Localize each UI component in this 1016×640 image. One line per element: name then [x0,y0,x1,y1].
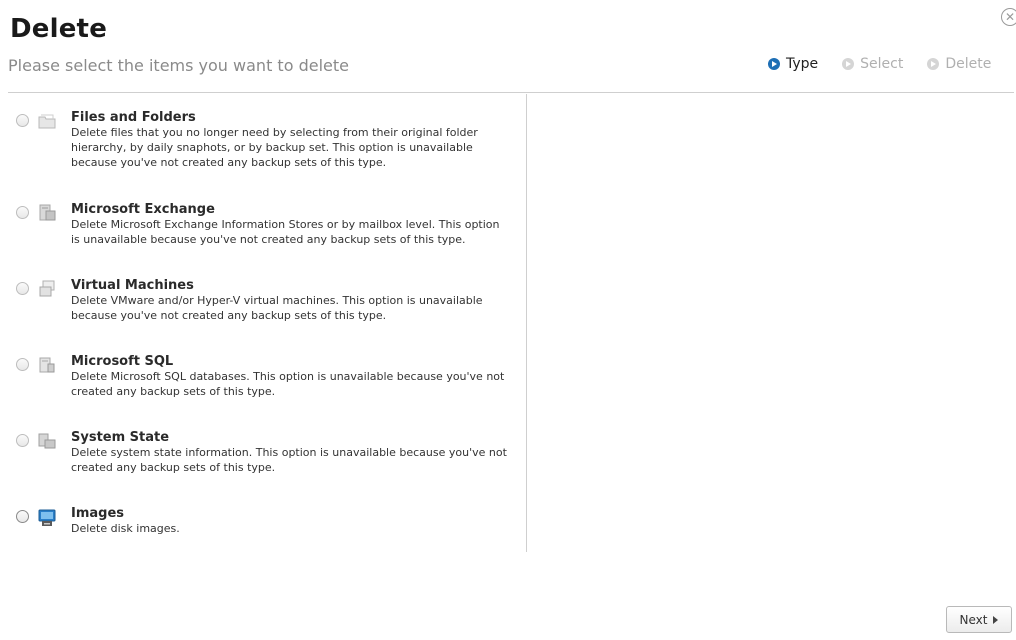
step-label: Select [860,56,904,72]
next-label: Next [959,612,988,627]
files-and-folders-radio[interactable] [16,114,29,127]
step-select: Select [842,56,903,72]
option-virtual-machines[interactable]: Virtual Machines Delete VMware and/or Hy… [16,278,516,323]
option-description: Delete system state information. This op… [71,446,507,474]
option-title: System State [71,430,170,445]
system-state-icon [38,433,56,449]
images-radio[interactable] [16,510,29,523]
option-title: Virtual Machines [71,278,194,293]
wizard-steps: Type Select Delete [768,56,991,72]
option-title: Files and Folders [71,110,196,125]
option-system-state[interactable]: System State Delete system state informa… [16,430,516,475]
option-description: Delete Microsoft SQL databases. This opt… [71,370,505,398]
step-type: Type [768,56,818,72]
step-delete: Delete [927,56,991,72]
step-inactive-arrow-icon [842,58,855,70]
option-title: Microsoft SQL [71,354,174,369]
panel-divider [526,94,527,552]
option-description: Delete VMware and/or Hyper-V virtual mac… [71,294,483,322]
arrow-right-icon [993,615,999,624]
folder-icon [38,114,56,129]
microsoft-sql-radio[interactable] [16,358,29,371]
close-icon: ✕ [1004,10,1016,24]
step-inactive-arrow-icon [927,58,940,70]
header-divider [8,92,1014,93]
option-microsoft-exchange[interactable]: Microsoft Exchange Delete Microsoft Exch… [16,202,516,247]
system-state-radio[interactable] [16,434,29,447]
next-button[interactable]: Next [946,606,1012,633]
option-description: Delete files that you no longer need by … [71,126,478,169]
dialog-title: Delete [10,14,108,44]
option-description: Delete Microsoft Exchange Information St… [71,218,500,246]
virtual-machine-icon [39,280,55,297]
step-active-arrow-icon [768,58,780,70]
dialog-subtitle: Please select the items you want to dele… [8,56,349,75]
option-images[interactable]: Images Delete disk images. [16,506,516,536]
step-label: Delete [945,56,992,72]
disk-image-icon [38,509,56,526]
option-files-and-folders[interactable]: Files and Folders Delete files that you … [16,110,516,170]
step-label: Type [786,56,819,72]
option-title: Images [71,506,125,521]
exchange-icon [39,204,56,221]
option-microsoft-sql[interactable]: Microsoft SQL Delete Microsoft SQL datab… [16,354,516,399]
database-icon [39,357,55,373]
option-description: Delete disk images. [71,522,180,535]
option-title: Microsoft Exchange [71,202,215,217]
microsoft-exchange-radio[interactable] [16,206,29,219]
close-button[interactable]: ✕ [1001,8,1016,26]
virtual-machines-radio[interactable] [16,282,29,295]
